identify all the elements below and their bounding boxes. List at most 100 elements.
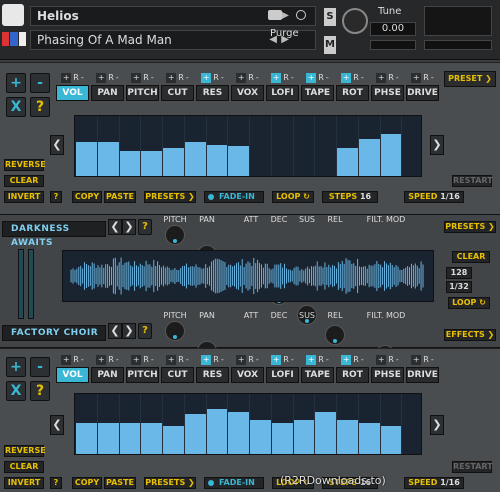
layer1-prev-button[interactable]: ❮ (108, 219, 122, 235)
step-bar[interactable] (228, 411, 249, 454)
step-bar[interactable] (206, 409, 228, 454)
layer2-next-button[interactable]: ❯ (122, 323, 136, 339)
mute-button[interactable]: M (324, 36, 336, 54)
step-bar[interactable] (141, 423, 162, 454)
pan-slider[interactable] (370, 40, 416, 50)
bottom-remove-button[interactable]: - (30, 357, 50, 377)
fx-add-button[interactable]: + (271, 355, 282, 365)
fx-reset-button[interactable]: R (248, 73, 254, 83)
division-value[interactable]: 1/32 (446, 281, 472, 293)
bottom-close-x-button[interactable]: X (6, 381, 26, 401)
loop-button[interactable]: LOOP ↻ (272, 191, 314, 203)
wave-loop-button[interactable]: LOOP ↻ (448, 297, 490, 309)
effects-button[interactable]: EFFECTS ❯ (444, 329, 496, 341)
fx-tab-label[interactable]: TAPE (301, 367, 334, 383)
step-bar[interactable] (76, 423, 97, 454)
fx-add-button[interactable]: + (96, 355, 107, 365)
fx-add-button[interactable]: + (341, 73, 352, 83)
fx-add-button[interactable]: + (166, 355, 177, 365)
fx-add-button[interactable]: + (131, 355, 142, 365)
fx-tab-label[interactable]: VOL (56, 85, 89, 101)
fx-reset-button[interactable]: R (388, 355, 394, 365)
step-bar[interactable] (163, 426, 184, 454)
fx-remove-button[interactable]: - (151, 355, 154, 365)
fx-reset-button[interactable]: R (143, 73, 149, 83)
seq-left-arrow[interactable]: ❮ (50, 135, 64, 155)
close-x-button[interactable]: X (6, 97, 26, 117)
bottom-seq-left-arrow[interactable]: ❮ (50, 415, 64, 435)
fx-remove-button[interactable]: - (81, 73, 84, 83)
fx-remove-button[interactable]: - (326, 355, 329, 365)
seq-help-button[interactable]: ? (50, 191, 62, 203)
camera-icon[interactable] (268, 10, 282, 20)
fx-remove-button[interactable]: - (291, 355, 294, 365)
knob-pitch[interactable] (165, 321, 185, 341)
fx-add-button[interactable]: + (306, 355, 317, 365)
fx-reset-button[interactable]: R (178, 355, 184, 365)
bottom-help-button[interactable]: ? (30, 381, 50, 401)
fx-reset-button[interactable]: R (248, 355, 254, 365)
rate-value[interactable]: 128 (446, 267, 472, 279)
fx-tab-label[interactable]: ROT (336, 367, 369, 383)
steps-control[interactable]: STEPS 16 (322, 191, 378, 203)
step-bar[interactable] (119, 151, 141, 176)
fx-tab-label[interactable]: TAPE (301, 85, 334, 101)
fx-reset-button[interactable]: R (353, 355, 359, 365)
fx-add-button[interactable]: + (341, 355, 352, 365)
fx-tab-label[interactable]: RES (196, 85, 229, 101)
fx-add-button[interactable]: + (201, 355, 212, 365)
fx-add-button[interactable]: + (236, 73, 247, 83)
fx-reset-button[interactable]: R (178, 73, 184, 83)
fx-reset-button[interactable]: R (318, 355, 324, 365)
fx-add-button[interactable]: + (376, 73, 387, 83)
speed-control[interactable]: SPEED 1/16 (404, 191, 464, 203)
layer1-name[interactable]: DARKNESS AWAITS (2, 221, 106, 248)
remove-button[interactable]: - (30, 73, 50, 93)
fx-add-button[interactable]: + (411, 355, 422, 365)
fx-tab-label[interactable]: DRIVE (406, 367, 439, 383)
fx-add-button[interactable]: + (201, 73, 212, 83)
fx-tab-label[interactable]: LOFI (266, 85, 299, 101)
fx-reset-button[interactable]: R (108, 73, 114, 83)
fx-remove-button[interactable]: - (186, 355, 189, 365)
copy-button[interactable]: COPY (72, 191, 102, 203)
fx-remove-button[interactable]: - (291, 73, 294, 83)
bottom-seq-right-arrow[interactable]: ❯ (430, 415, 444, 435)
fx-tab-label[interactable]: PAN (91, 367, 124, 383)
bottom-add-button[interactable]: + (6, 357, 26, 377)
step-bar[interactable] (184, 413, 206, 454)
step-bar[interactable] (97, 141, 119, 176)
fx-tab-label[interactable]: ROT (336, 85, 369, 101)
step-bar[interactable] (337, 148, 358, 176)
bottom-clear-button[interactable]: CLEAR (4, 461, 44, 473)
fx-reset-button[interactable]: R (73, 73, 79, 83)
bottom-restart-button[interactable]: RESTART (452, 461, 493, 473)
fx-add-button[interactable]: + (131, 73, 142, 83)
step-bar[interactable] (250, 419, 271, 454)
fx-add-button[interactable]: + (166, 73, 177, 83)
fx-tab-label[interactable]: RES (196, 367, 229, 383)
knob-pitch[interactable] (165, 225, 185, 245)
fx-tab-label[interactable]: PHSE (371, 367, 404, 383)
fx-reset-button[interactable]: R (318, 73, 324, 83)
step-bar[interactable] (380, 426, 402, 454)
fx-tab-label[interactable]: VOX (231, 367, 264, 383)
preset-menu-button[interactable]: PRESET ❯ (444, 71, 496, 87)
step-bar[interactable] (163, 148, 184, 176)
help-button[interactable]: ? (30, 97, 50, 117)
fx-tab-label[interactable]: PHSE (371, 85, 404, 101)
master-volume-knob[interactable] (342, 8, 368, 34)
fx-add-button[interactable]: + (306, 73, 317, 83)
layer1-next-button[interactable]: ❯ (122, 219, 136, 235)
fx-tab-label[interactable]: PITCH (126, 367, 159, 383)
fx-reset-button[interactable]: R (353, 73, 359, 83)
fx-reset-button[interactable]: R (108, 355, 114, 365)
fx-remove-button[interactable]: - (116, 355, 119, 365)
fx-tab-label[interactable]: CUT (161, 367, 194, 383)
fx-reset-button[interactable]: R (213, 355, 219, 365)
fx-tab-label[interactable]: VOL (56, 367, 89, 383)
step-bar[interactable] (184, 141, 206, 176)
top-step-grid[interactable] (74, 115, 422, 177)
step-bar[interactable] (358, 423, 380, 454)
fx-remove-button[interactable]: - (256, 355, 259, 365)
